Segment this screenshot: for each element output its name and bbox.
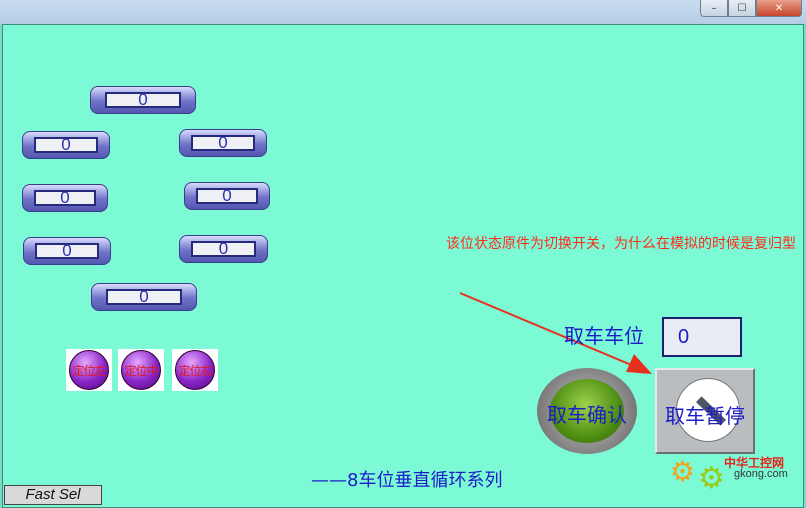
- watermark-logo: ⚙ ⚙ 中华工控网 gkong.com: [670, 452, 800, 496]
- pause-pick-label: 取车暂停: [665, 404, 745, 428]
- confirm-pick-label: 取车确认: [547, 403, 627, 427]
- fast-sel-button[interactable]: Fast Sel: [4, 485, 102, 505]
- series-title: ——8车位垂直循环系列: [311, 470, 503, 491]
- pause-pick-switch[interactable]: 取车暂停: [655, 368, 755, 454]
- gear-icon: ⚙: [670, 455, 696, 488]
- pick-slot-input[interactable]: 0: [662, 317, 742, 357]
- pick-slot-label: 取车车位: [564, 324, 644, 348]
- gear-icon: ⚙: [698, 461, 725, 496]
- watermark-url: gkong.com: [734, 468, 788, 480]
- confirm-pick-button[interactable]: 取车确认: [537, 368, 637, 454]
